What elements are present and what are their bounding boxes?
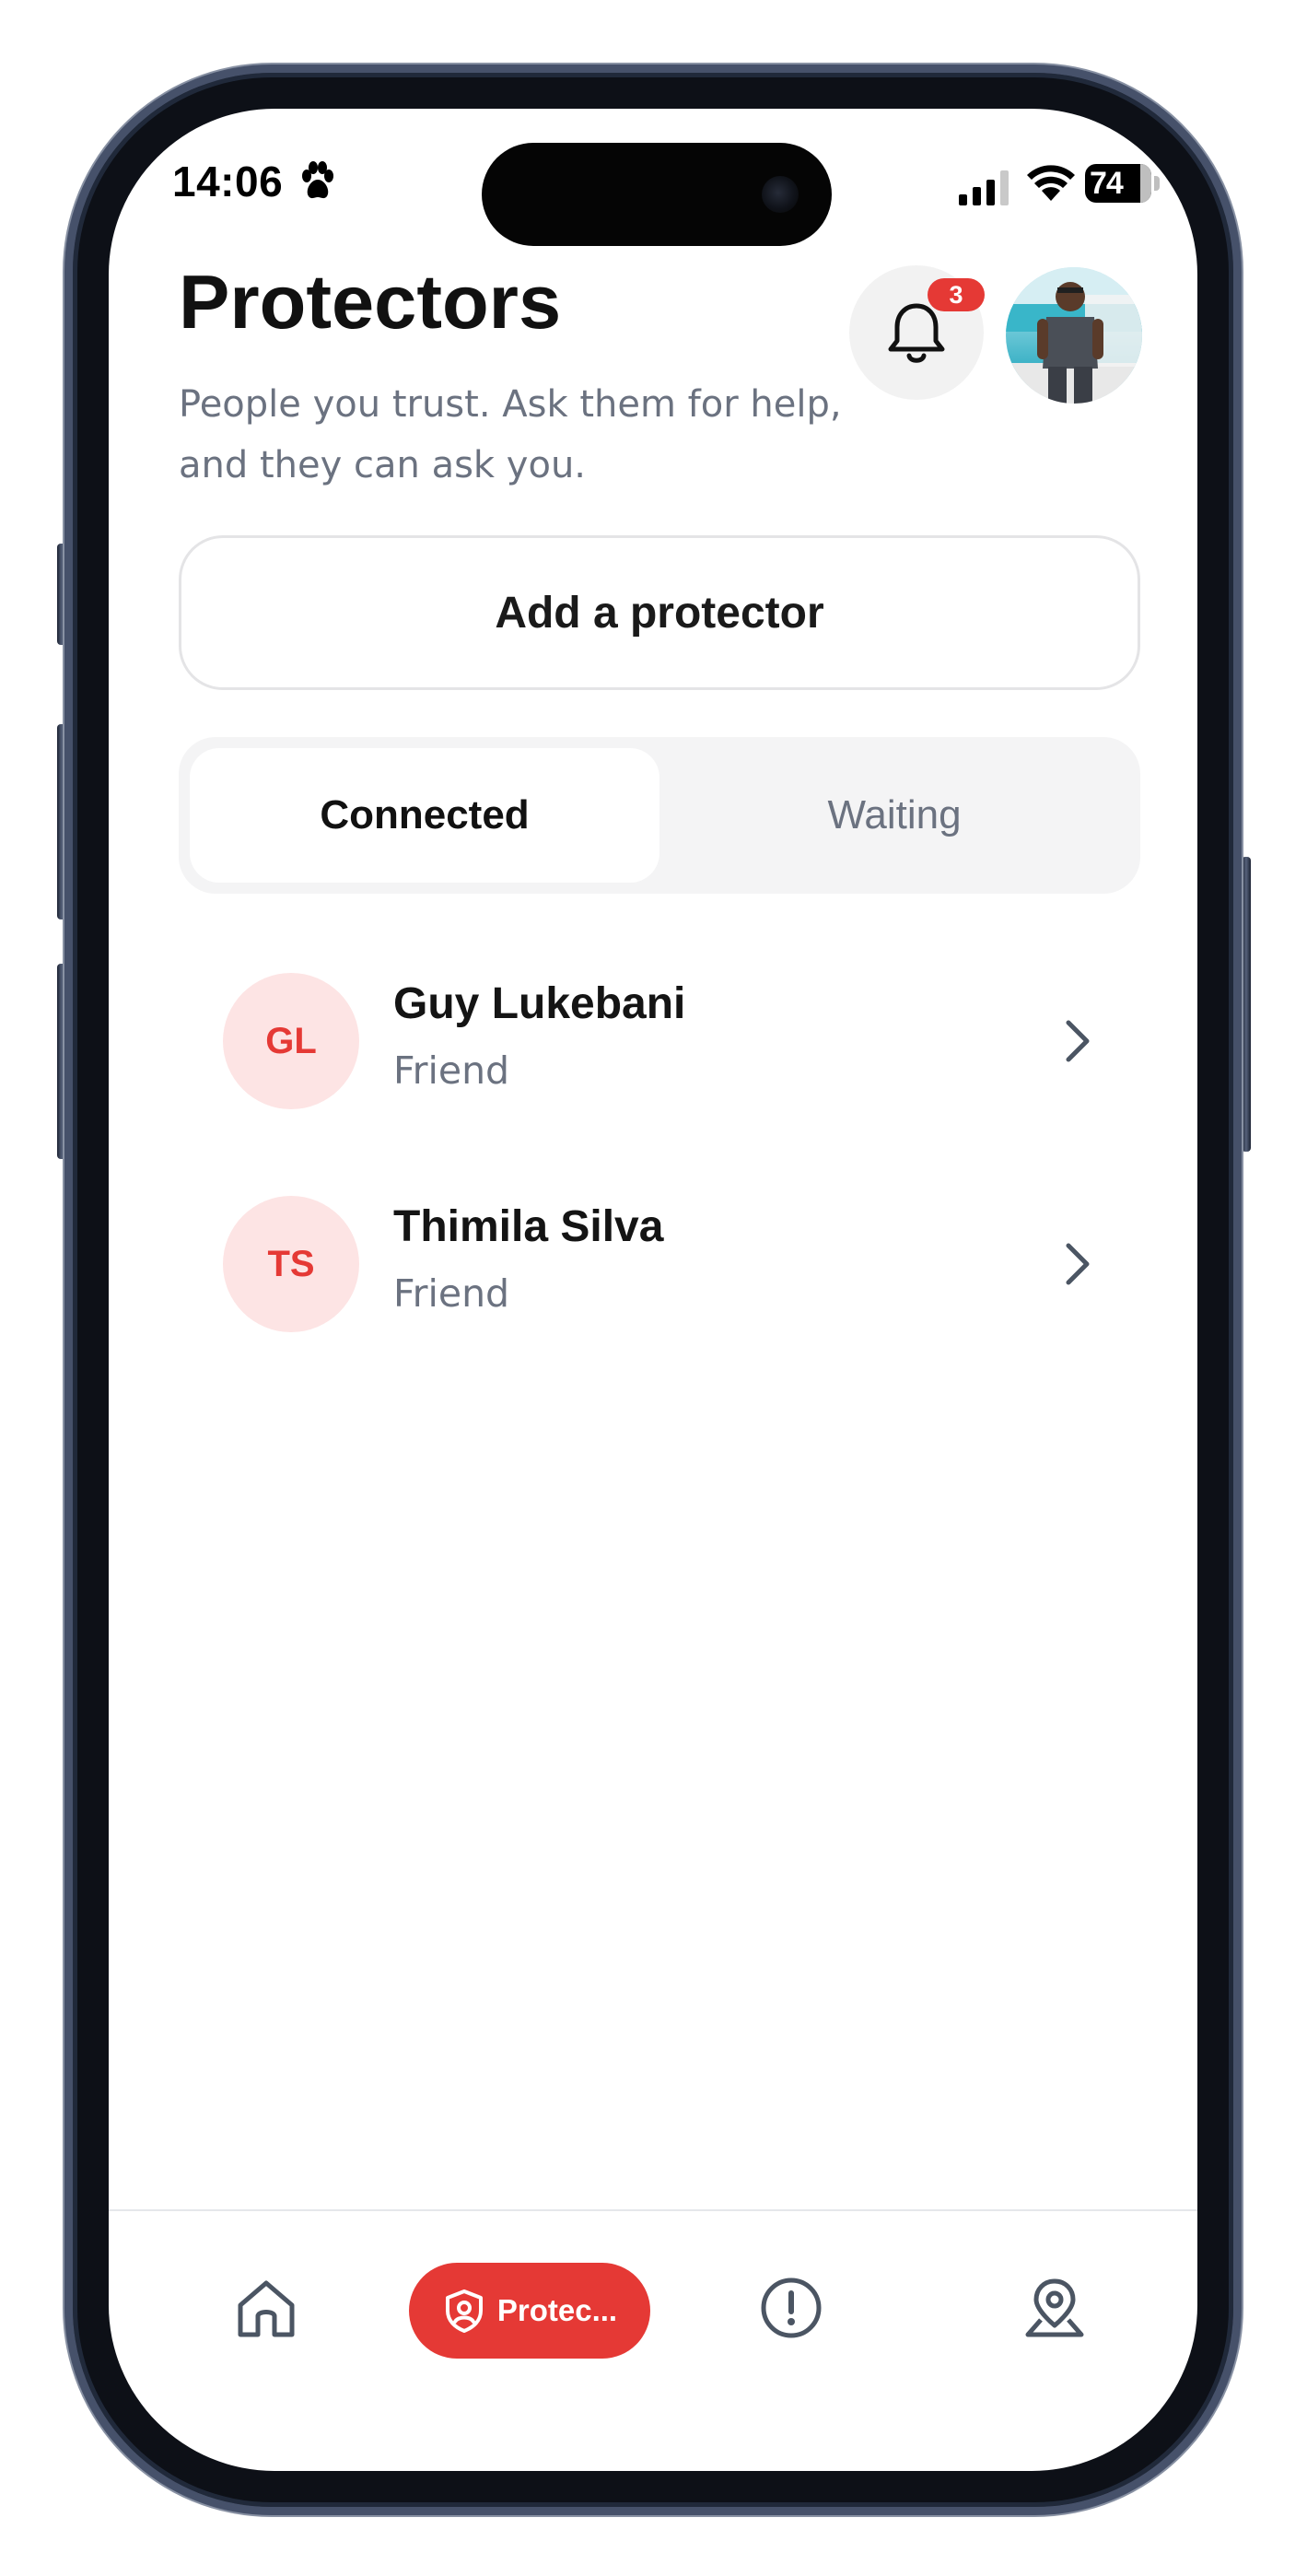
protector-status-tabs: Connected Waiting (179, 737, 1140, 894)
status-time: 14:06 (172, 158, 284, 205)
initials-avatar: TS (223, 1196, 359, 1332)
tab-connected[interactable]: Connected (190, 748, 659, 883)
page-title: Protectors (179, 259, 562, 345)
dynamic-island (482, 143, 832, 246)
map-pin-icon[interactable] (1021, 2274, 1089, 2342)
front-camera (762, 176, 799, 213)
alert-circle-icon[interactable] (757, 2274, 825, 2342)
protector-name: Thimila Silva (393, 1202, 664, 1251)
wifi-icon (1027, 165, 1075, 201)
home-icon[interactable] (232, 2274, 300, 2342)
page-subtitle: People you trust. Ask them for help, and… (179, 383, 842, 486)
notification-count-badge: 3 (928, 278, 985, 311)
profile-photo (1006, 267, 1142, 404)
bottom-nav-divider (109, 2209, 1197, 2211)
tab-waiting[interactable]: Waiting (659, 748, 1129, 883)
add-protector-button[interactable]: Add a protector (179, 535, 1140, 690)
list-item[interactable]: TS Thimila Silva Friend (179, 1196, 1140, 1334)
list-item[interactable]: GL Guy Lukebani Friend (179, 973, 1140, 1111)
paw-icon (302, 161, 333, 199)
nav-tab-protectors-label: Protec... (496, 2293, 618, 2327)
signal-icon (959, 170, 1009, 205)
chevron-right-icon (1066, 1243, 1090, 1285)
battery-icon: 74 (1085, 164, 1160, 203)
battery-percentage: 74 (1090, 166, 1124, 201)
initials-avatar: GL (223, 973, 359, 1109)
chevron-right-icon (1066, 1020, 1090, 1062)
power-button (1242, 857, 1251, 1152)
protector-name: Guy Lukebani (393, 979, 686, 1028)
protector-relation: Friend (393, 1048, 510, 1093)
nav-tab-protectors[interactable]: Protec... (409, 2263, 650, 2359)
device-mockup: 14:06 74 Protectors People you trust. As… (0, 0, 1307, 2576)
profile-avatar[interactable] (1006, 267, 1142, 404)
protector-relation: Friend (393, 1271, 510, 1316)
shield-user-icon (445, 2289, 483, 2333)
app-screen: 14:06 74 Protectors People you trust. As… (109, 109, 1197, 2471)
